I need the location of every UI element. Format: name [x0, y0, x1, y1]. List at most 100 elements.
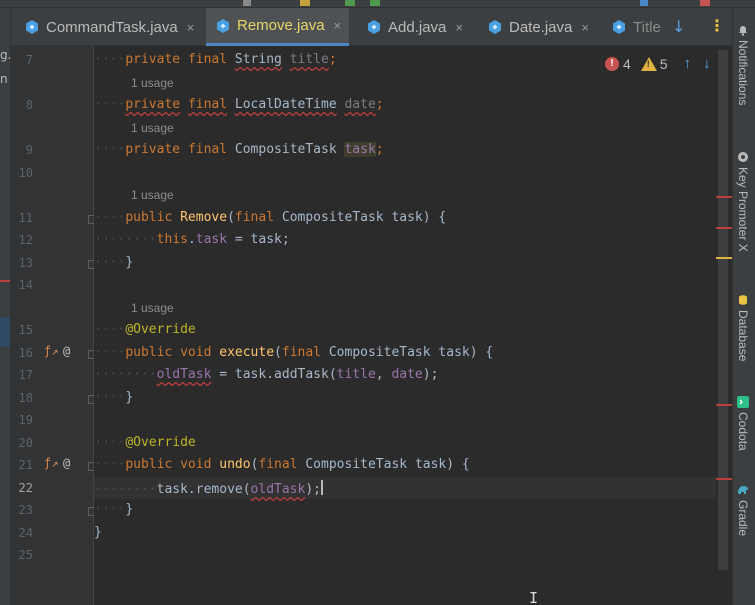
bell-icon	[737, 24, 749, 36]
scrollbar-thumb[interactable]	[718, 50, 728, 570]
keyword: final	[258, 457, 298, 472]
line-number-gutter[interactable]: 7 8 9 10 11 12 13 14 15 16 17 18 19 20 2…	[11, 46, 97, 605]
gradle-tool-button[interactable]: Gradle	[736, 484, 750, 536]
usage-hint[interactable]: 1 usage	[131, 188, 174, 202]
line-number: 10	[18, 166, 33, 180]
tool-label: Codota	[736, 412, 750, 451]
unresolved-field: oldTask	[250, 482, 306, 497]
keyword: private	[125, 52, 181, 67]
code-line-13[interactable]: ····}	[94, 255, 133, 270]
close-tab-icon[interactable]: ×	[334, 18, 342, 33]
code-line-18[interactable]: ····}	[94, 390, 133, 405]
close-tab-icon[interactable]: ×	[455, 20, 463, 35]
warning-stripe-mark[interactable]	[716, 257, 732, 259]
more-actions-icon[interactable]: ⋮	[709, 16, 725, 35]
code-line-8[interactable]: ····private final LocalDateTime date;	[94, 97, 384, 112]
code-editor[interactable]: ····private final String title; 1 usage …	[94, 46, 716, 605]
code-line-23[interactable]: ····}	[94, 502, 133, 517]
expression: task.remove(	[156, 482, 251, 497]
gradle-elephant-icon	[737, 484, 749, 496]
right-tool-window-bar: Notifications Key Promoter X Database Co…	[732, 8, 755, 605]
field-reference: title	[336, 367, 376, 382]
annotation: @Override	[125, 435, 196, 450]
keyword: final	[187, 52, 228, 67]
implements-method-icon[interactable]: ƒ↗	[44, 456, 58, 470]
project-panel-edge[interactable]: g. n	[0, 8, 11, 605]
line-number: 12	[18, 233, 33, 247]
line-number: 8	[25, 98, 33, 112]
tab-commandtask[interactable]: CommandTask.java ×	[24, 8, 194, 46]
line-number: 9	[25, 143, 33, 157]
code-line-12[interactable]: ········this.task = task;	[94, 232, 290, 247]
type-name: CompositeTask	[281, 210, 384, 225]
tab-remove[interactable]: Remove.java ×	[206, 8, 350, 46]
previous-problem-icon[interactable]: ↑	[684, 55, 692, 72]
code-line-9[interactable]: ····private final CompositeTask task;	[94, 142, 384, 157]
tool-label: Database	[736, 310, 750, 362]
java-class-icon	[487, 19, 503, 35]
code-line-24[interactable]: }	[94, 525, 102, 540]
error-stripe-mark[interactable]	[716, 404, 732, 406]
error-count: 4	[623, 55, 631, 72]
code-line-21[interactable]: ····public void undo(final CompositeTask…	[94, 457, 470, 472]
top-strip-fragment	[370, 0, 380, 6]
tab-add[interactable]: Add.java ×	[366, 8, 463, 46]
key-promoter-tool-button[interactable]: Key Promoter X	[736, 151, 750, 252]
editor-scrollbar[interactable]	[716, 46, 732, 605]
error-stripe-mark[interactable]	[716, 478, 732, 480]
codota-tool-button[interactable]: Codota	[736, 396, 750, 451]
inspection-widget[interactable]: ! 4 ! 5 ↑ ↓	[605, 55, 711, 72]
error-stripe-mark[interactable]	[716, 196, 732, 198]
code-line-20[interactable]: ····@Override	[94, 435, 196, 450]
usage-hint[interactable]: 1 usage	[131, 121, 174, 135]
tab-label: Date.java	[509, 18, 573, 36]
code-line-11[interactable]: ····public Remove(final CompositeTask ta…	[94, 210, 446, 225]
parameter-name: task	[391, 210, 423, 225]
unresolved-field: oldTask	[156, 367, 212, 382]
line-number: 7	[25, 53, 33, 67]
close-tab-icon[interactable]: ×	[187, 20, 195, 35]
line-number: 15	[18, 323, 33, 337]
database-tool-button[interactable]: Database	[736, 294, 750, 361]
text-caret	[321, 480, 323, 495]
usage-hint[interactable]: 1 usage	[131, 301, 174, 315]
field-reference: date	[391, 367, 423, 382]
tab-label: Title	[633, 18, 661, 36]
override-icon[interactable]: @	[63, 344, 70, 358]
code-line-16[interactable]: ····public void execute(final CompositeT…	[94, 345, 493, 360]
code-line-7[interactable]: ····private final String title;	[94, 52, 337, 67]
next-problem-icon[interactable]: ↓	[703, 55, 711, 72]
java-class-icon	[215, 18, 231, 34]
selected-tree-row[interactable]	[0, 317, 10, 347]
warning-glyph: !	[646, 58, 650, 69]
mouse-ibeam-cursor: I	[529, 589, 539, 605]
parameter-name: task	[438, 345, 470, 360]
paren: (	[227, 210, 235, 225]
paren: ) {	[446, 457, 470, 472]
top-strip-fragment	[300, 0, 310, 6]
show-hidden-tabs-icon[interactable]: ↓	[672, 17, 685, 36]
line-number: 13	[18, 256, 33, 270]
line-number: 25	[18, 548, 33, 562]
keyword: final	[187, 97, 228, 112]
key-promoter-icon	[737, 151, 749, 163]
line-number: 19	[18, 413, 33, 427]
notifications-tool-button[interactable]: Notifications	[736, 24, 750, 105]
code-line-17[interactable]: ········oldTask = task.addTask(title, da…	[94, 367, 438, 382]
usage-hint[interactable]: 1 usage	[131, 76, 174, 90]
tab-date[interactable]: Date.java ×	[487, 8, 589, 46]
tool-label: Key Promoter X	[736, 167, 750, 252]
codota-icon	[737, 396, 749, 408]
brace: }	[125, 502, 134, 517]
project-tree-fragment: g.	[0, 48, 12, 62]
code-line-15[interactable]: ····@Override	[94, 322, 196, 337]
code-line-22[interactable]: ········task.remove(oldTask);	[94, 480, 323, 497]
tab-title[interactable]: Title	[611, 8, 661, 46]
implements-method-icon[interactable]: ƒ↗	[44, 344, 58, 358]
keyword: public	[125, 210, 173, 225]
override-icon[interactable]: @	[63, 456, 70, 470]
expression: = task.addTask(	[211, 367, 337, 382]
error-stripe-mark[interactable]	[716, 227, 732, 229]
paren: (	[274, 345, 282, 360]
close-tab-icon[interactable]: ×	[581, 20, 589, 35]
